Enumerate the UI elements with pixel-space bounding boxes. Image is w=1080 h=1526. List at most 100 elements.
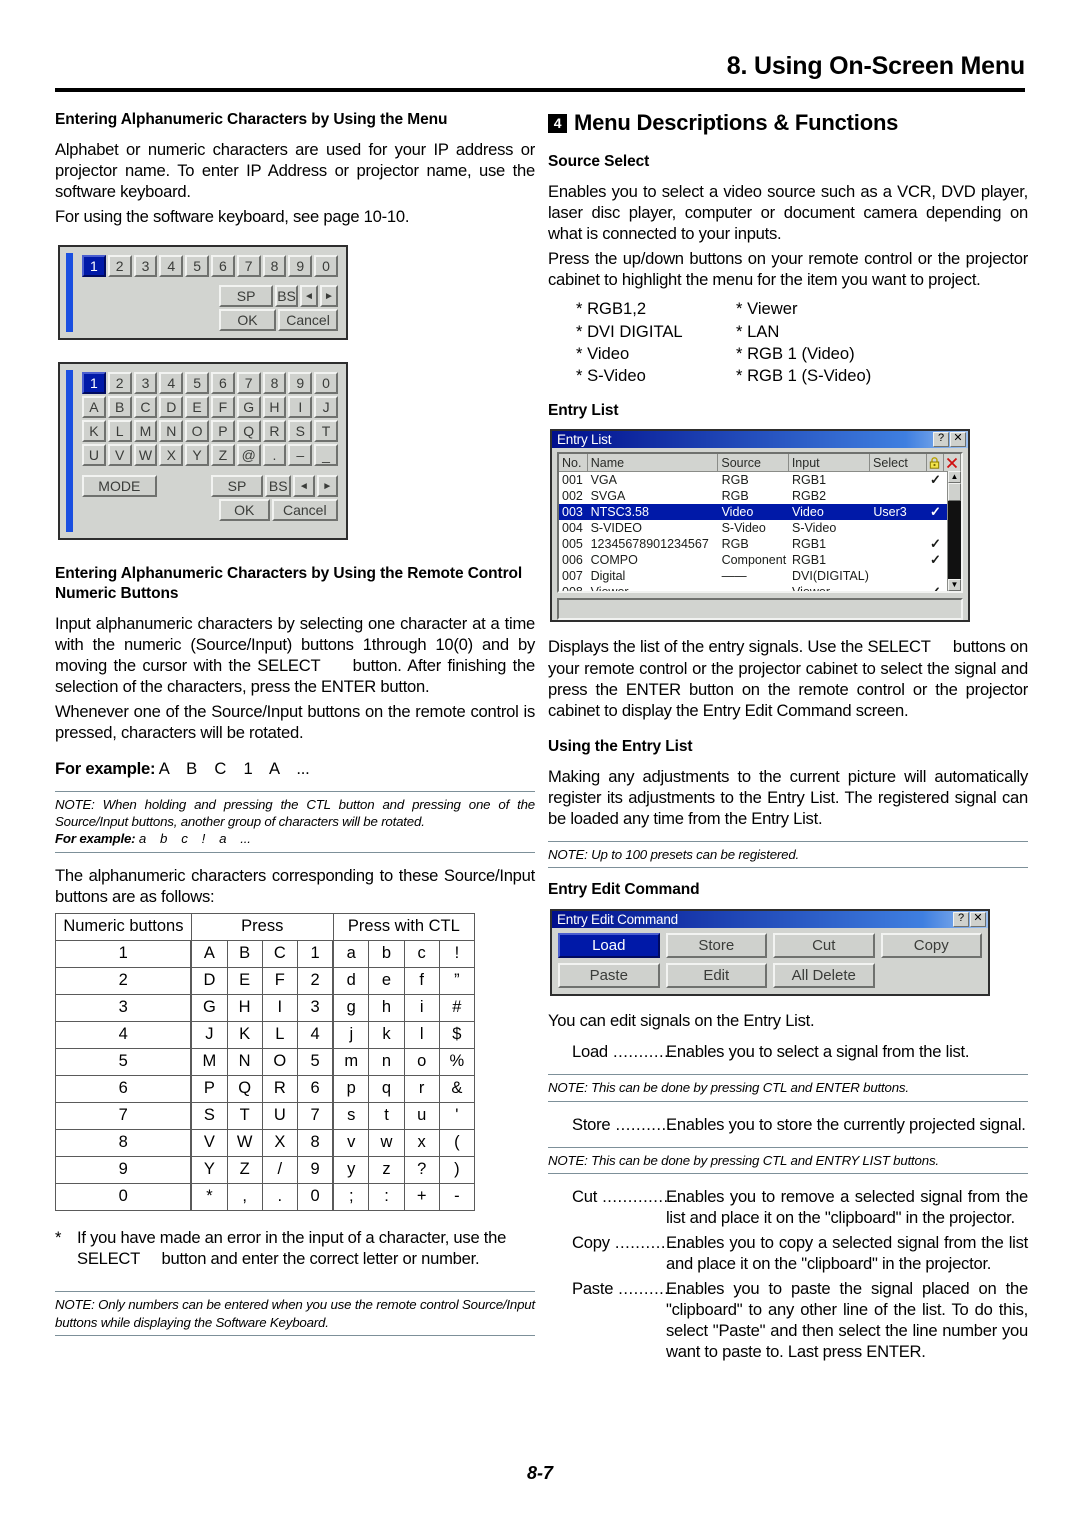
key-p[interactable]: P xyxy=(210,420,235,443)
key-mode[interactable]: MODE xyxy=(82,475,157,498)
key-0[interactable]: 0 xyxy=(314,372,338,395)
key-a[interactable]: A xyxy=(82,396,106,419)
table-row[interactable]: 008 Viewer —— Viewer ✓ xyxy=(559,584,961,591)
key-1[interactable]: 1 xyxy=(82,255,106,278)
key-underscore[interactable]: _ xyxy=(314,444,338,467)
key-8[interactable]: 8 xyxy=(262,372,287,395)
table-row[interactable]: 006 COMPO Component RGB1 ✓ xyxy=(559,552,961,568)
table-row[interactable]: 007Digital——DVI(DIGITAL)✓ xyxy=(559,568,961,584)
key-4[interactable]: 4 xyxy=(159,372,184,395)
header-numeric-buttons: Numeric buttons xyxy=(55,912,192,941)
cut-button[interactable]: Cut xyxy=(773,933,875,959)
key-t[interactable]: T xyxy=(314,420,338,443)
key-3[interactable]: 3 xyxy=(133,372,158,395)
key-cancel[interactable]: Cancel xyxy=(278,309,338,332)
cell-numeric-button: 7 xyxy=(55,1101,193,1130)
key-l[interactable]: L xyxy=(107,420,132,443)
cell-input: RGB1 xyxy=(792,473,827,488)
column-header-source: Source xyxy=(718,454,789,472)
scroll-down-icon[interactable]: ▼ xyxy=(948,579,961,592)
scroll-thumb[interactable] xyxy=(948,483,961,502)
help-button[interactable]: ? xyxy=(953,912,969,928)
key-6[interactable]: 6 xyxy=(210,255,235,278)
key-2[interactable]: 2 xyxy=(107,372,132,395)
key-h[interactable]: H xyxy=(262,396,287,419)
key-n[interactable]: N xyxy=(159,420,184,443)
key-u[interactable]: U xyxy=(82,444,106,467)
key-7[interactable]: 7 xyxy=(236,255,261,278)
key-cancel[interactable]: Cancel xyxy=(271,499,338,522)
key-b[interactable]: B xyxy=(107,396,132,419)
entry-list-status-field[interactable] xyxy=(557,598,963,621)
key-backspace[interactable]: BS xyxy=(265,475,292,498)
table-row[interactable]: 005 12345678901234567 RGB RGB1 ✓ xyxy=(559,536,961,552)
key-6[interactable]: 6 xyxy=(210,372,235,395)
entry-list-paragraph-1: Displays the list of the entry signals. … xyxy=(548,637,1028,720)
key-1[interactable]: 1 xyxy=(82,372,106,395)
table-row[interactable]: 003 NTSC3.58 Video Video User3 ✓ xyxy=(559,504,961,521)
key-y[interactable]: Y xyxy=(185,444,209,467)
key-o[interactable]: O xyxy=(185,420,209,443)
key-space[interactable]: SP xyxy=(210,475,264,498)
key-8[interactable]: 8 xyxy=(262,255,287,278)
key-4[interactable]: 4 xyxy=(159,255,184,278)
key-3[interactable]: 3 xyxy=(133,255,158,278)
key-k[interactable]: K xyxy=(82,420,106,443)
key-period[interactable]: . xyxy=(262,444,287,467)
close-button[interactable]: ✕ xyxy=(970,912,986,928)
key-w[interactable]: W xyxy=(133,444,158,467)
copy-button[interactable]: Copy xyxy=(880,933,982,959)
key-s[interactable]: S xyxy=(288,420,313,443)
keyboard-accent-bar xyxy=(66,253,73,333)
table-row: 1 A B C 1 a b c! xyxy=(55,939,476,968)
table-row[interactable]: 001 VGA RGB RGB1 ✓ xyxy=(559,472,961,488)
table-row: 5 M N O 5 m n o% xyxy=(55,1047,476,1076)
key-ok[interactable]: OK xyxy=(219,309,277,332)
table-row[interactable]: 002SVGARGBRGB2✓ xyxy=(559,488,961,504)
key-backspace[interactable]: BS xyxy=(275,285,298,308)
key-ok[interactable]: OK xyxy=(219,499,270,522)
key-hyphen[interactable]: – xyxy=(288,444,313,467)
key-z[interactable]: Z xyxy=(210,444,235,467)
key-c[interactable]: C xyxy=(133,396,158,419)
key-g[interactable]: G xyxy=(236,396,261,419)
paste-button[interactable]: Paste xyxy=(558,963,660,989)
key-9[interactable]: 9 xyxy=(288,255,313,278)
close-button[interactable]: ✕ xyxy=(950,432,966,448)
key-5[interactable]: 5 xyxy=(185,255,209,278)
help-button[interactable]: ? xyxy=(933,432,949,448)
key-9[interactable]: 9 xyxy=(288,372,313,395)
scroll-up-icon[interactable]: ▲ xyxy=(948,471,961,484)
key-cursor-right-icon[interactable]: ► xyxy=(316,475,338,498)
key-f[interactable]: F xyxy=(210,396,235,419)
key-0[interactable]: 0 xyxy=(314,255,338,278)
key-r[interactable]: R xyxy=(262,420,287,443)
cell-press: W xyxy=(226,1128,263,1157)
key-v[interactable]: V xyxy=(107,444,132,467)
entry-list-grid[interactable]: No. Name Source Input Select 001 VGA RGB… xyxy=(557,452,963,594)
scroll-track[interactable] xyxy=(948,501,961,580)
key-e[interactable]: E xyxy=(185,396,209,419)
load-button[interactable]: Load xyxy=(558,933,660,959)
table-row[interactable]: 004S-VIDEOS-VideoS-Video✓ xyxy=(559,520,961,536)
edit-button[interactable]: Edit xyxy=(665,963,767,989)
key-d[interactable]: D xyxy=(159,396,184,419)
key-7[interactable]: 7 xyxy=(236,372,261,395)
key-j[interactable]: J xyxy=(314,396,338,419)
key-cursor-right-icon[interactable]: ► xyxy=(319,285,339,308)
key-q[interactable]: Q xyxy=(236,420,261,443)
key-i[interactable]: I xyxy=(288,396,313,419)
entry-list-scrollbar[interactable]: ▲ ▼ xyxy=(947,471,961,592)
key-m[interactable]: M xyxy=(133,420,158,443)
store-button[interactable]: Store xyxy=(665,933,767,959)
key-x[interactable]: X xyxy=(159,444,184,467)
key-at[interactable]: @ xyxy=(236,444,261,467)
key-cursor-left-icon[interactable]: ◄ xyxy=(293,475,315,498)
all-delete-button[interactable]: All Delete xyxy=(773,963,875,989)
key-2[interactable]: 2 xyxy=(107,255,132,278)
key-5[interactable]: 5 xyxy=(185,372,209,395)
key-cursor-left-icon[interactable]: ◄ xyxy=(299,285,318,308)
entry-list-title: Entry List xyxy=(557,432,612,448)
keyboard-keys: 1 2 3 4 5 6 7 8 9 0 A B C D E F G H I J … xyxy=(82,372,338,530)
key-space[interactable]: SP xyxy=(219,285,274,308)
